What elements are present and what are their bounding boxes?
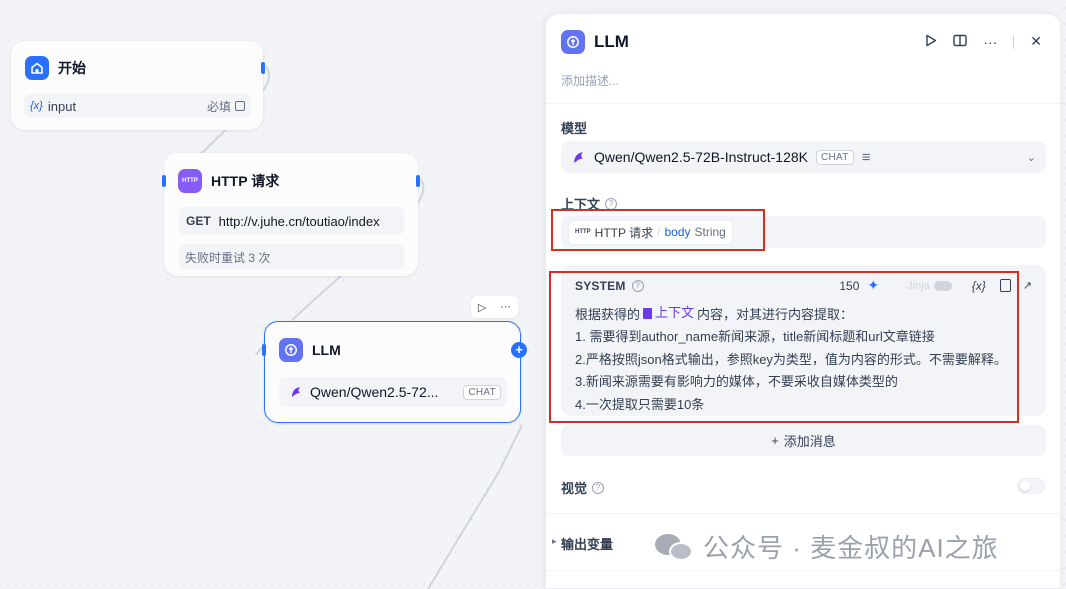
start-node-title: 开始 xyxy=(58,60,86,76)
book-icon[interactable] xyxy=(953,34,967,50)
model-selector[interactable]: Qwen/Qwen2.5-72B-Instruct-128K CHAT ≡ ⌄ xyxy=(561,141,1046,173)
http-node-input-handle[interactable] xyxy=(162,175,166,187)
section-divider xyxy=(546,570,1060,571)
vision-section-label: 视觉 ? xyxy=(561,478,605,497)
chat-mode-badge: CHAT xyxy=(816,149,854,165)
llm-node-title: LLM xyxy=(312,342,341,358)
wechat-logo-icon xyxy=(655,532,695,562)
chat-mode-badge: CHAT xyxy=(463,384,501,400)
more-icon[interactable]: ··· xyxy=(500,301,511,313)
node-toolbar: ▷ ··· xyxy=(471,296,518,318)
add-message-button[interactable]: + 添加消息 xyxy=(561,425,1046,456)
more-icon[interactable]: ··· xyxy=(983,34,997,50)
context-highlight-box xyxy=(551,209,765,251)
model-params-icon[interactable]: ≡ xyxy=(862,149,871,166)
run-node-icon[interactable]: ▷ xyxy=(478,301,486,314)
start-node[interactable]: 开始 {x} input 必填 xyxy=(11,41,265,130)
chevron-right-icon[interactable]: ▸ xyxy=(552,536,557,547)
start-node-output-handle[interactable] xyxy=(261,62,265,74)
panel-title[interactable]: LLM xyxy=(594,32,629,52)
http-request-node[interactable]: HTTP HTTP 请求 GET http://v.juhe.cn/toutia… xyxy=(162,153,420,276)
required-label: 必填 xyxy=(206,99,231,114)
divider xyxy=(1013,34,1015,49)
qwen-model-icon xyxy=(574,151,583,163)
watermark-text: 公众号 · 麦金叔的AI之旅 xyxy=(703,533,999,563)
expand-icon[interactable]: ↗ xyxy=(1023,279,1032,292)
panel-actions: ··· ✕ xyxy=(925,33,1042,50)
model-name: Qwen/Qwen2.5-72B-Instruct-128K xyxy=(594,149,808,165)
retry-info: 失败时重试 3 次 xyxy=(179,244,404,270)
http-endpoint: GET http://v.juhe.cn/toutiao/index xyxy=(179,207,404,235)
help-icon[interactable]: ? xyxy=(592,481,605,494)
add-next-node-button[interactable]: + xyxy=(511,342,527,358)
llm-icon xyxy=(561,30,585,54)
watermark: 公众号 · 麦金叔的AI之旅 xyxy=(655,528,999,565)
http-icon: HTTP xyxy=(178,169,202,193)
start-input-variable[interactable]: {x} input 必填 xyxy=(24,94,251,118)
vision-label: 视觉 xyxy=(561,481,588,496)
vision-toggle[interactable] xyxy=(1017,478,1045,494)
chevron-down-icon: ⌄ xyxy=(1026,151,1036,164)
qwen-model-icon xyxy=(292,387,300,397)
help-icon[interactable]: ? xyxy=(605,197,618,210)
model-label: 模型 xyxy=(561,121,588,136)
plus-icon: + xyxy=(771,433,779,448)
http-icon-label: HTTP xyxy=(182,178,198,184)
required-tag: 必填 xyxy=(207,98,245,115)
home-icon xyxy=(25,56,49,80)
description-input[interactable]: 添加描述... xyxy=(561,72,619,89)
run-step-icon[interactable] xyxy=(925,34,937,50)
variable-icon: {x} xyxy=(30,100,43,112)
llm-node-model-name: Qwen/Qwen2.5-72... xyxy=(310,384,439,400)
text-input-icon xyxy=(235,101,245,111)
retry-text: 失败时重试 3 次 xyxy=(185,250,271,265)
output-variables-toggle[interactable]: 输出变量 xyxy=(561,534,613,553)
http-method: GET xyxy=(186,214,211,228)
output-variables-label: 输出变量 xyxy=(561,537,614,552)
variable-name: input xyxy=(47,98,77,114)
llm-node-model: Qwen/Qwen2.5-72... CHAT xyxy=(279,377,507,407)
close-icon[interactable]: ✕ xyxy=(1030,33,1042,50)
llm-node[interactable]: LLM Qwen/Qwen2.5-72... CHAT xyxy=(262,321,521,423)
header-divider xyxy=(546,103,1060,104)
add-message-label: 添加消息 xyxy=(783,434,836,449)
llm-icon xyxy=(279,338,303,362)
model-section-label: 模型 xyxy=(561,118,587,137)
section-divider xyxy=(546,513,1060,514)
http-node-title: HTTP 请求 xyxy=(211,173,280,189)
llm-node-input-handle[interactable] xyxy=(262,344,266,356)
prompt-highlight-box xyxy=(549,271,1019,423)
http-node-output-handle[interactable] xyxy=(416,175,420,187)
http-url: http://v.juhe.cn/toutiao/index xyxy=(218,213,380,229)
